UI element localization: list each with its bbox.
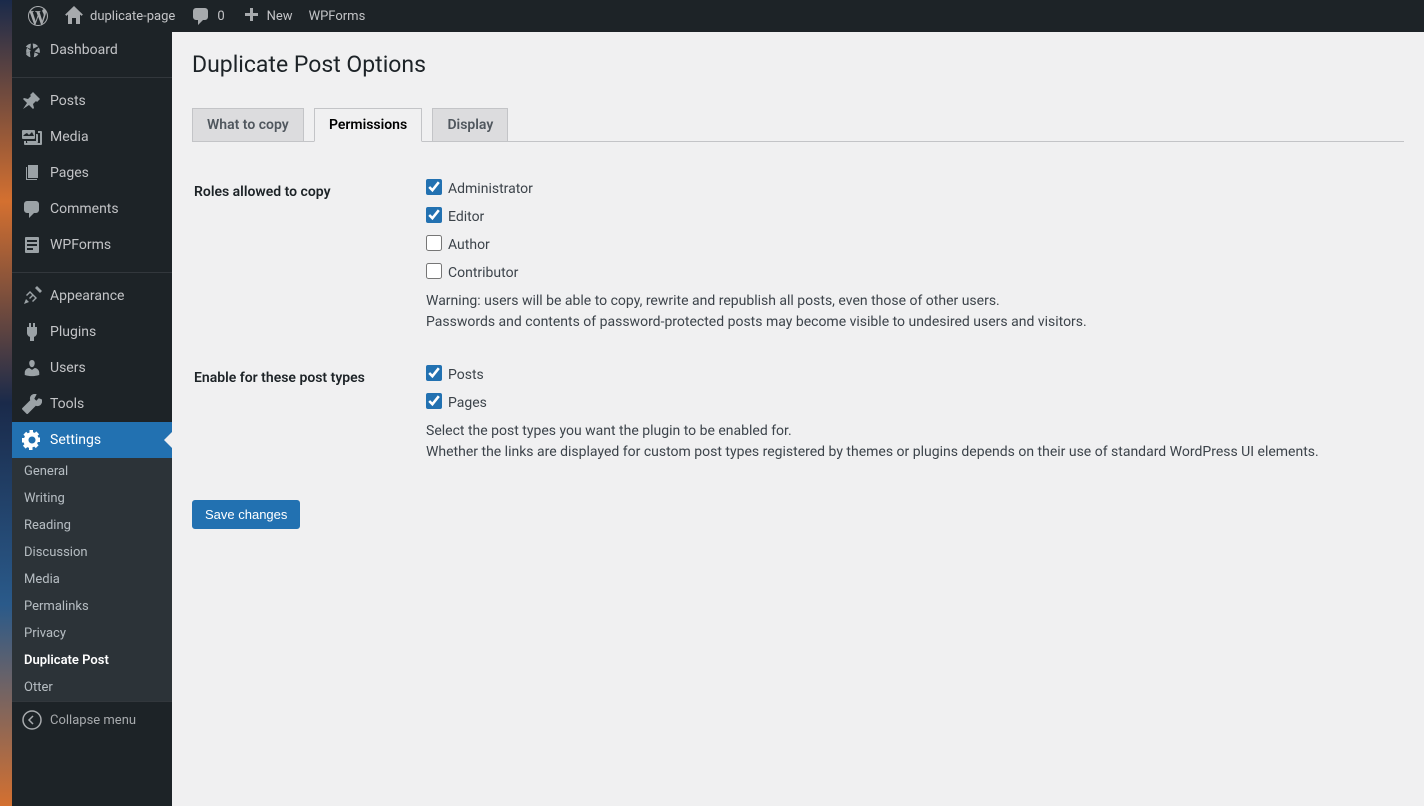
post-type-option[interactable]: Posts	[426, 365, 1392, 383]
sidebar-item-plugins[interactable]: Plugins	[12, 314, 172, 350]
comments-button[interactable]: 0	[183, 0, 232, 32]
role-option[interactable]: Editor	[426, 207, 1392, 225]
users-icon	[22, 358, 42, 378]
sidebar-item-label: Settings	[50, 432, 101, 448]
role-label: Editor	[448, 209, 484, 225]
sidebar-item-media[interactable]: Media	[12, 119, 172, 155]
sidebar-item-label: Plugins	[50, 324, 96, 340]
save-changes-button[interactable]: Save changes	[192, 500, 300, 529]
sidebar-item-label: Tools	[50, 396, 84, 412]
collapse-menu-button[interactable]: Collapse menu	[12, 701, 172, 738]
sidebar-item-pages[interactable]: Pages	[12, 155, 172, 191]
roles-warning: Warning: users will be able to copy, rew…	[426, 291, 1392, 333]
media-icon	[22, 127, 42, 147]
post-type-checkbox-pages[interactable]	[426, 393, 442, 409]
wpforms-toolbar-label: WPForms	[309, 9, 366, 24]
submenu-item-media[interactable]: Media	[12, 566, 172, 593]
submenu-item-duplicate-post[interactable]: Duplicate Post	[12, 647, 172, 674]
menu-separator	[12, 73, 172, 78]
role-label: Administrator	[448, 181, 533, 197]
wordpress-icon	[28, 6, 48, 26]
post-types-heading: Enable for these post types	[194, 350, 414, 478]
admin-sidebar: Dashboard Posts Media Pages Comments WPF…	[12, 32, 172, 806]
roles-heading: Roles allowed to copy	[194, 164, 414, 348]
settings-submenu: General Writing Reading Discussion Media…	[12, 458, 172, 701]
comment-icon	[191, 6, 211, 26]
submenu-item-privacy[interactable]: Privacy	[12, 620, 172, 647]
appearance-icon	[22, 286, 42, 306]
role-label: Contributor	[448, 265, 518, 281]
role-label: Author	[448, 237, 490, 253]
pin-icon	[22, 91, 42, 111]
sidebar-item-label: Dashboard	[50, 42, 118, 58]
sidebar-item-label: Pages	[50, 165, 89, 181]
post-types-description: Select the post types you want the plugi…	[426, 421, 1392, 463]
role-checkbox-contributor[interactable]	[426, 263, 442, 279]
wp-logo-button[interactable]	[20, 0, 56, 32]
home-icon	[64, 6, 84, 26]
sidebar-item-comments[interactable]: Comments	[12, 191, 172, 227]
main-content: Duplicate Post Options What to copy Perm…	[172, 32, 1424, 806]
role-option[interactable]: Contributor	[426, 263, 1392, 281]
sidebar-item-label: Users	[50, 360, 86, 376]
post-type-label: Pages	[448, 395, 487, 411]
form-icon	[22, 235, 42, 255]
sidebar-item-label: Comments	[50, 201, 119, 217]
sidebar-item-settings[interactable]: Settings	[12, 422, 172, 458]
post-type-checkbox-posts[interactable]	[426, 365, 442, 381]
post-type-option[interactable]: Pages	[426, 393, 1392, 411]
submenu-item-reading[interactable]: Reading	[12, 512, 172, 539]
role-checkbox-author[interactable]	[426, 235, 442, 251]
desktop-edge	[0, 0, 12, 806]
tabs: What to copy Permissions Display	[192, 98, 1404, 142]
wpforms-toolbar-button[interactable]: WPForms	[301, 0, 374, 32]
dashboard-icon	[22, 40, 42, 60]
submenu-item-permalinks[interactable]: Permalinks	[12, 593, 172, 620]
comments-icon	[22, 199, 42, 219]
new-label: New	[267, 9, 293, 24]
plugin-icon	[22, 322, 42, 342]
page-icon	[22, 163, 42, 183]
tab-what-to-copy[interactable]: What to copy	[192, 108, 304, 141]
submenu-item-discussion[interactable]: Discussion	[12, 539, 172, 566]
tab-display[interactable]: Display	[432, 108, 508, 141]
submenu-item-writing[interactable]: Writing	[12, 485, 172, 512]
comments-count: 0	[217, 9, 224, 24]
settings-icon	[22, 430, 42, 450]
role-checkbox-editor[interactable]	[426, 207, 442, 223]
sidebar-item-label: Appearance	[50, 288, 124, 304]
new-content-button[interactable]: New	[233, 0, 301, 32]
sidebar-item-appearance[interactable]: Appearance	[12, 278, 172, 314]
role-checkbox-administrator[interactable]	[426, 179, 442, 195]
site-name-button[interactable]: duplicate-page	[56, 0, 183, 32]
sidebar-item-wpforms[interactable]: WPForms	[12, 227, 172, 263]
collapse-label: Collapse menu	[50, 713, 136, 728]
tab-permissions[interactable]: Permissions	[314, 108, 422, 142]
post-type-label: Posts	[448, 367, 484, 383]
admin-toolbar: duplicate-page 0 New WPForms	[12, 0, 1424, 32]
menu-separator	[12, 268, 172, 273]
submenu-item-general[interactable]: General	[12, 458, 172, 485]
plus-icon	[241, 6, 261, 26]
page-title: Duplicate Post Options	[192, 42, 1404, 98]
role-option[interactable]: Administrator	[426, 179, 1392, 197]
sidebar-item-users[interactable]: Users	[12, 350, 172, 386]
sidebar-item-posts[interactable]: Posts	[12, 83, 172, 119]
settings-form: Roles allowed to copy Administrator Edit…	[192, 162, 1404, 480]
collapse-icon	[22, 710, 42, 730]
sidebar-item-label: Posts	[50, 93, 86, 109]
submenu-item-otter[interactable]: Otter	[12, 674, 172, 701]
sidebar-item-label: WPForms	[50, 237, 111, 253]
site-name-label: duplicate-page	[90, 9, 175, 24]
tools-icon	[22, 394, 42, 414]
sidebar-item-tools[interactable]: Tools	[12, 386, 172, 422]
role-option[interactable]: Author	[426, 235, 1392, 253]
sidebar-item-dashboard[interactable]: Dashboard	[12, 32, 172, 68]
sidebar-item-label: Media	[50, 129, 89, 145]
